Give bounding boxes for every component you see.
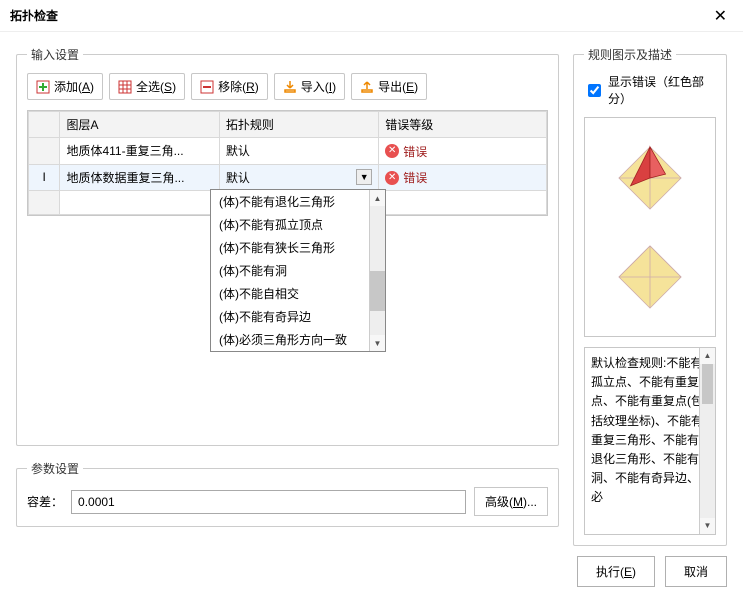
- dropdown-option[interactable]: (体)不能有奇异边: [211, 305, 369, 328]
- tolerance-label: 容差：: [27, 493, 63, 510]
- dropdown-option[interactable]: (体)不能有退化三角形: [211, 190, 369, 213]
- title-bar: 拓扑检查 ✕: [0, 0, 743, 32]
- close-icon[interactable]: ✕: [708, 6, 733, 26]
- error-icon: ✕: [385, 171, 399, 185]
- description-scrollbar[interactable]: ▲ ▼: [699, 348, 715, 534]
- show-error-label: 显示错误（红色部分）: [608, 73, 716, 107]
- rule-description-text[interactable]: 默认检查规则:不能有孤立点、不能有重复点、不能有重复点(包括纹理坐标)、不能有重…: [584, 347, 716, 535]
- cell-errlevel[interactable]: ✕错误: [379, 138, 547, 165]
- add-icon: [36, 80, 50, 94]
- rule-illustration: [584, 117, 716, 337]
- scroll-down-icon[interactable]: ▼: [700, 518, 715, 534]
- dropdown-option[interactable]: (体)不能有洞: [211, 259, 369, 282]
- remove-button[interactable]: 移除(R): [191, 73, 268, 100]
- error-icon: ✕: [385, 144, 399, 158]
- scroll-down-icon[interactable]: ▼: [370, 335, 385, 351]
- scroll-up-icon[interactable]: ▲: [370, 190, 385, 206]
- select-all-button[interactable]: 全选(S): [109, 73, 185, 100]
- cell-errlevel[interactable]: ✕错误: [379, 164, 547, 191]
- input-settings-group: 输入设置 添加(A) 全选(S) 移除(R) 导入(I): [16, 46, 559, 446]
- params-legend: 参数设置: [27, 460, 83, 477]
- rules-grid[interactable]: 图层A 拓扑规则 错误等级 地质体411-重复三角... 默认 ✕错误: [27, 110, 548, 216]
- export-button[interactable]: 导出(E): [351, 73, 427, 100]
- toolbar: 添加(A) 全选(S) 移除(R) 导入(I) 导出(E): [27, 73, 548, 100]
- col-rule[interactable]: 拓扑规则: [219, 112, 378, 138]
- import-button[interactable]: 导入(I): [274, 73, 345, 100]
- import-icon: [283, 80, 297, 94]
- description-group: 规则图示及描述 显示错误（红色部分） 默认检查规则:不能有孤立点、不能有重复: [573, 46, 727, 546]
- description-legend: 规则图示及描述: [584, 46, 676, 63]
- dialog-footer: 执行(E) 取消: [0, 546, 743, 597]
- remove-icon: [200, 80, 214, 94]
- advanced-button[interactable]: 高级(M)...: [474, 487, 548, 516]
- cell-rule[interactable]: 默认▼: [219, 164, 378, 191]
- grid-header-row: 图层A 拓扑规则 错误等级: [29, 112, 547, 138]
- cell-layerA[interactable]: 地质体411-重复三角...: [60, 138, 219, 165]
- tolerance-input[interactable]: [71, 490, 466, 514]
- error-shape-icon: [610, 143, 690, 213]
- show-error-checkbox[interactable]: [588, 84, 601, 97]
- cell-layerA[interactable]: 地质体数据重复三角...: [60, 164, 219, 191]
- dropdown-scrollbar[interactable]: ▲ ▼: [369, 190, 385, 351]
- input-settings-legend: 输入设置: [27, 46, 83, 63]
- params-group: 参数设置 容差： 高级(M)...: [16, 460, 559, 527]
- cancel-button[interactable]: 取消: [665, 556, 727, 587]
- cell-rule[interactable]: 默认: [219, 138, 378, 165]
- ok-shape-icon: [610, 242, 690, 312]
- col-errlevel[interactable]: 错误等级: [379, 112, 547, 138]
- scroll-up-icon[interactable]: ▲: [700, 348, 715, 364]
- rule-dropdown[interactable]: (体)不能有退化三角形 (体)不能有孤立顶点 (体)不能有狭长三角形 (体)不能…: [210, 189, 386, 352]
- export-icon: [360, 80, 374, 94]
- dropdown-option[interactable]: (体)不能有狭长三角形: [211, 236, 369, 259]
- col-layerA[interactable]: 图层A: [60, 112, 219, 138]
- dropdown-arrow-icon[interactable]: ▼: [356, 169, 372, 185]
- dropdown-option[interactable]: (体)必须三角形方向一致: [211, 328, 369, 351]
- table-row[interactable]: I 地质体数据重复三角... 默认▼ ✕错误: [29, 164, 547, 191]
- table-row[interactable]: 地质体411-重复三角... 默认 ✕错误: [29, 138, 547, 165]
- dropdown-option[interactable]: (体)不能自相交: [211, 282, 369, 305]
- execute-button[interactable]: 执行(E): [577, 556, 655, 587]
- add-button[interactable]: 添加(A): [27, 73, 103, 100]
- dialog-title: 拓扑检查: [10, 7, 708, 24]
- grid-icon: [118, 80, 132, 94]
- dropdown-option[interactable]: (体)不能有孤立顶点: [211, 213, 369, 236]
